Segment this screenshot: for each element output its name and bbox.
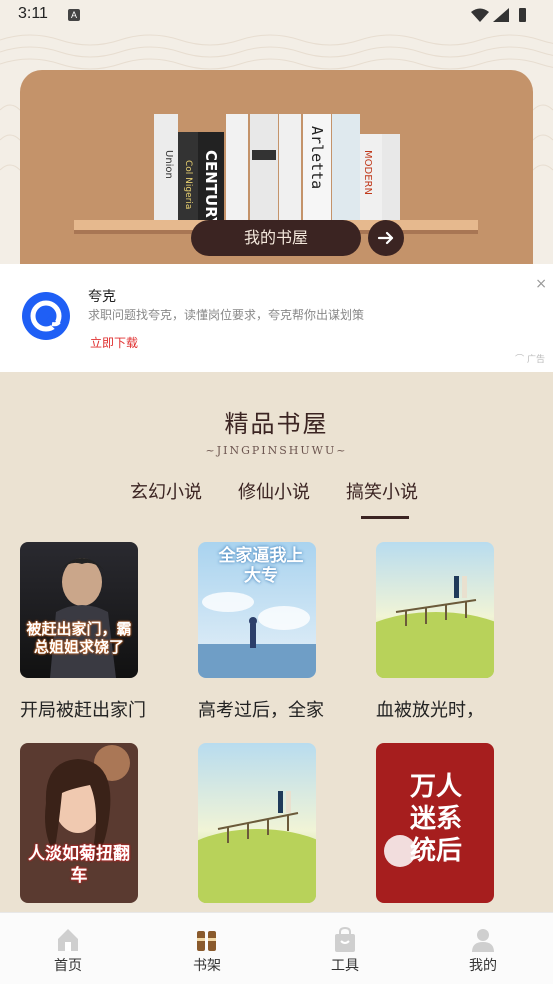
svg-text:Union: Union bbox=[163, 150, 174, 179]
nav-home[interactable]: 首页 bbox=[28, 913, 108, 984]
ad-label: ⌒ 广告 bbox=[515, 355, 545, 365]
ad-description: 求职问题找夸克，读懂岗位要求，夸克帮你出谋划策 bbox=[88, 308, 365, 322]
bottom-nav: 首页 书架 工具 我的 bbox=[0, 912, 553, 984]
my-shelf-button[interactable]: 我的书屋 bbox=[191, 220, 361, 256]
tools-bag-icon bbox=[335, 927, 355, 952]
book-title[interactable]: 高考过后，全家 bbox=[198, 696, 324, 722]
status-time: 3:11 bbox=[18, 5, 48, 22]
ad-download-link[interactable]: 立即下载 bbox=[90, 334, 138, 351]
quark-logo bbox=[22, 292, 70, 340]
book-title[interactable]: 开局被赶出家门 bbox=[20, 696, 146, 722]
ad-close-button[interactable]: × bbox=[535, 276, 547, 292]
nav-bookshelf[interactable]: 书架 bbox=[167, 913, 247, 984]
book-cover[interactable]: 被赶出家门，霸总姐姐求饶了 bbox=[20, 542, 138, 678]
nav-profile-label: 我的 bbox=[469, 958, 497, 974]
bookshelf-icon bbox=[197, 931, 216, 951]
nav-tools-label: 工具 bbox=[331, 958, 359, 974]
nav-bookshelf-label: 书架 bbox=[193, 958, 221, 974]
bookshelf-card: Union Col Nigeria CENTURY Arletta MODERN… bbox=[20, 70, 533, 264]
top-banner: Union Col Nigeria CENTURY Arletta MODERN… bbox=[0, 30, 553, 264]
profile-icon bbox=[472, 929, 494, 952]
tab-xuanhuan[interactable]: 玄幻小说 bbox=[130, 478, 202, 504]
active-tab-indicator bbox=[361, 516, 409, 519]
category-tabs: 玄幻小说 修仙小说 搞笑小说 bbox=[0, 478, 553, 522]
book-cover-text: 万人迷系统后 bbox=[409, 772, 462, 866]
svg-text:Col Nigeria: Col Nigeria bbox=[183, 160, 193, 209]
book-cover[interactable] bbox=[376, 542, 494, 678]
svg-text:Arletta: Arletta bbox=[308, 126, 326, 189]
nav-home-label: 首页 bbox=[54, 958, 82, 974]
home-icon bbox=[58, 929, 78, 951]
book-cover[interactable] bbox=[198, 743, 316, 903]
book-cover-text: 被赶出家门，霸总姐姐求饶了 bbox=[26, 620, 132, 656]
svg-text:MODERN: MODERN bbox=[362, 150, 373, 195]
book-cover-text: 人淡如菊扭翻车 bbox=[28, 844, 130, 886]
status-bar: 3:11 A bbox=[0, 0, 553, 30]
svg-text:CENTURY: CENTURY bbox=[202, 150, 220, 229]
book-cover[interactable]: 万人迷系统后 bbox=[376, 743, 494, 903]
ad-title: 夸克 bbox=[88, 289, 116, 305]
section-title: 精品书屋 bbox=[224, 410, 329, 438]
book-cover[interactable]: 人淡如菊扭翻车 bbox=[20, 743, 138, 903]
section-subtitle: ~JINGPINSHUWU~ bbox=[205, 444, 348, 457]
book-title[interactable]: 血被放光时， bbox=[376, 696, 484, 722]
nav-profile[interactable]: 我的 bbox=[443, 913, 523, 984]
book-cover[interactable]: 全家逼我上大专 bbox=[198, 542, 316, 678]
notification-icon: A bbox=[68, 9, 80, 21]
ad-banner[interactable]: 夸克 求职问题找夸克，读懂岗位要求，夸克帮你出谋划策 立即下载 × ⌒ 广告 bbox=[0, 264, 553, 372]
arrow-right-icon bbox=[377, 231, 394, 245]
nav-tools[interactable]: 工具 bbox=[305, 913, 385, 984]
signal-battery-icons bbox=[471, 8, 526, 22]
tab-xiuxian[interactable]: 修仙小说 bbox=[238, 478, 310, 504]
arrow-right-button[interactable] bbox=[368, 220, 404, 256]
tab-gaoxiao[interactable]: 搞笑小说 bbox=[346, 478, 418, 504]
book-cover-text: 全家逼我上大专 bbox=[218, 546, 304, 586]
